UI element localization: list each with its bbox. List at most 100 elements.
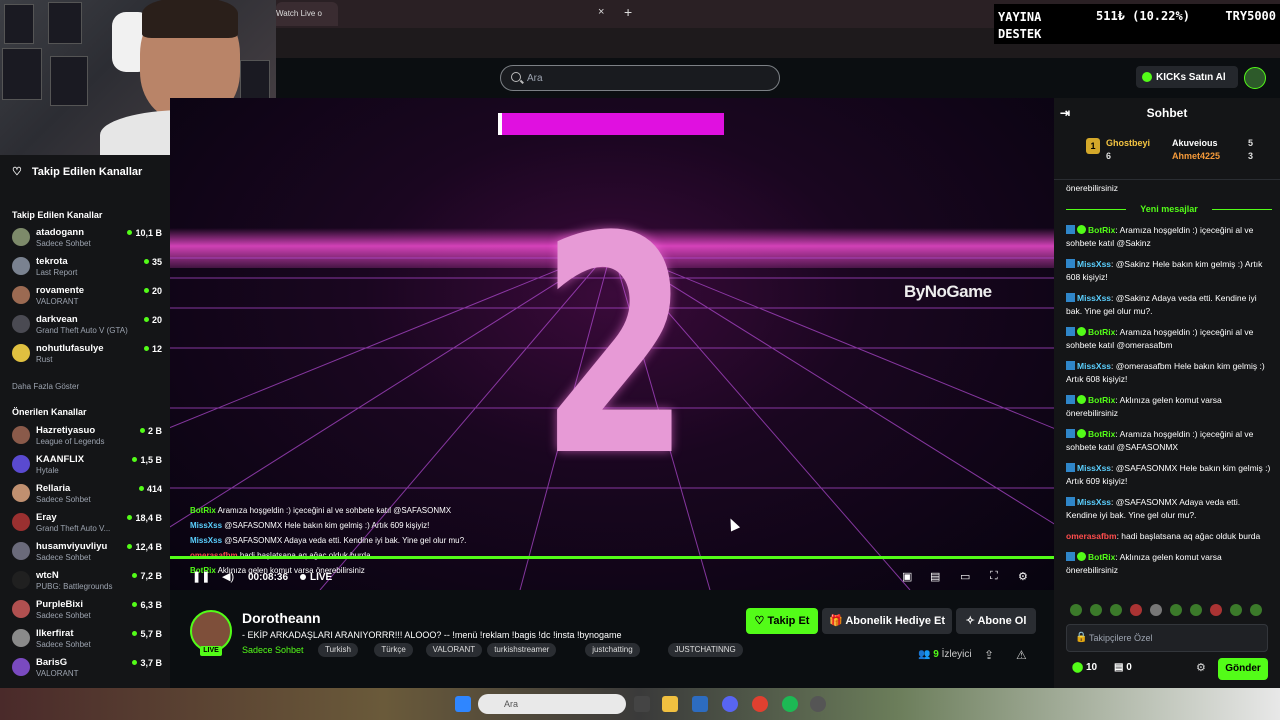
- chat-username[interactable]: MissXss: [1077, 259, 1111, 269]
- collapse-chat-icon[interactable]: ⇥: [1060, 98, 1070, 128]
- sidebar-channel-item[interactable]: husamviyuvliyu Sadece Sohbet 12,4 B: [12, 539, 162, 565]
- stream-tag[interactable]: JUSTCHATINNG: [667, 643, 743, 657]
- sidebar-channel-item[interactable]: rovamente VALORANT 20: [12, 283, 162, 309]
- channel-category: Grand Theft Auto V (GTA): [36, 326, 128, 335]
- share-icon[interactable]: ⇪: [984, 648, 994, 662]
- pause-icon[interactable]: ❚❚: [192, 570, 210, 583]
- viewer-count: 10,1 B: [127, 228, 162, 238]
- video-player[interactable]: 2 ByNoGame BotRix Aramıza hoşgeldin :) i…: [170, 98, 1054, 590]
- channel-name: PurpleBixi: [36, 599, 83, 610]
- chat-username[interactable]: MissXss: [1077, 497, 1111, 507]
- channel-name[interactable]: Dorotheann: [242, 610, 321, 626]
- bot-badge-icon: [1066, 429, 1075, 438]
- channel-points[interactable]: ⬤ 10: [1072, 662, 1097, 673]
- user-avatar[interactable]: [1244, 67, 1266, 89]
- leader-name[interactable]: Ghostbeyi: [1106, 138, 1150, 148]
- obs-icon[interactable]: [810, 696, 826, 712]
- stream-tag[interactable]: VALORANT: [425, 643, 483, 657]
- donation-overlay: YAYINA DESTEK 511₺ (10.22%) TRY5000: [994, 4, 1280, 44]
- countdown-number: 2: [540, 173, 691, 522]
- spotify-icon[interactable]: [782, 696, 798, 712]
- file-explorer-icon[interactable]: [662, 696, 678, 712]
- sidebar-channel-item[interactable]: BarisG VALORANT 3,7 B: [12, 655, 162, 681]
- sidebar-channel-item[interactable]: Eray Grand Theft Auto V... 18,4 B: [12, 510, 162, 536]
- emote-icon[interactable]: [1110, 604, 1122, 616]
- wall-poster: [2, 48, 42, 100]
- chat-username[interactable]: MissXss: [1077, 361, 1111, 371]
- sidebar-channel-item[interactable]: atadogann Sadece Sohbet 10,1 B: [12, 225, 162, 251]
- browser-tab[interactable]: Watch Live o: [276, 2, 338, 26]
- volume-icon[interactable]: ◀): [222, 570, 234, 583]
- progress-bar[interactable]: [170, 556, 1054, 559]
- emote-icon[interactable]: [1210, 604, 1222, 616]
- emote-icon[interactable]: [1130, 604, 1142, 616]
- task-view-icon[interactable]: [634, 696, 650, 712]
- chat-username[interactable]: MissXss: [1077, 463, 1111, 473]
- chat-username[interactable]: BotRix: [1088, 552, 1115, 562]
- report-icon[interactable]: ⚠: [1016, 648, 1027, 662]
- clip-icon[interactable]: ▤: [930, 570, 940, 583]
- emote-icon[interactable]: [1070, 604, 1082, 616]
- sidebar-channel-item[interactable]: Hazretiyasuo League of Legends 2 B: [12, 423, 162, 449]
- windows-start-icon[interactable]: [455, 696, 471, 712]
- emote-icon[interactable]: [1190, 604, 1202, 616]
- channel-name: BarisG: [36, 657, 68, 668]
- overlay-chat-user: MissXss: [190, 521, 223, 530]
- chat-settings-icon[interactable]: ⚙: [1196, 661, 1206, 674]
- emote-icon[interactable]: [1230, 604, 1242, 616]
- sidebar-channel-item[interactable]: wtcN PUBG: Battlegrounds 7,2 B: [12, 568, 162, 594]
- chat-username[interactable]: MissXss: [1077, 293, 1111, 303]
- chat-input[interactable]: 🔒 Takipçilere Özel: [1066, 624, 1268, 652]
- stream-tag[interactable]: Turkish: [318, 643, 358, 657]
- chat-username[interactable]: BotRix: [1088, 225, 1115, 235]
- emote-icon[interactable]: [1170, 604, 1182, 616]
- theater-icon[interactable]: ▭: [960, 570, 970, 583]
- chat-message: BotRix: Aramıza hoşgeldin :) içeceğini a…: [1066, 224, 1272, 250]
- sidebar-channel-item[interactable]: KAANFLIX Hytale 1,5 B: [12, 452, 162, 478]
- settings-icon[interactable]: ⚙: [1018, 570, 1028, 583]
- viewer-count: 20: [144, 286, 162, 296]
- buy-kicks-button[interactable]: KICKs Satın Al: [1136, 66, 1238, 88]
- points-icon: ⬤: [1072, 662, 1084, 673]
- sidebar-channel-item[interactable]: Ilkerfirat Sadece Sohbet 5,7 B: [12, 626, 162, 652]
- leader-name[interactable]: Ahmet4225: [1172, 151, 1220, 161]
- stream-tag[interactable]: justchatting: [585, 643, 640, 657]
- send-button[interactable]: Gönder: [1218, 658, 1268, 680]
- chat-username[interactable]: omerasafbm: [1066, 531, 1117, 541]
- leader-name[interactable]: Akuveious: [1172, 138, 1218, 148]
- stream-tag[interactable]: Türkçe: [374, 643, 413, 657]
- search-input[interactable]: Ara: [527, 73, 543, 84]
- sidebar-header[interactable]: ♡ Takip Edilen Kanallar: [12, 165, 142, 179]
- close-tab-icon[interactable]: ×: [598, 6, 604, 18]
- sidebar-channel-item[interactable]: tekrota Last Report 35: [12, 254, 162, 280]
- discord-icon[interactable]: [722, 696, 738, 712]
- sidebar-channel-item[interactable]: nohutlufasulye Rust 12: [12, 341, 162, 367]
- store-icon[interactable]: [692, 696, 708, 712]
- follow-button[interactable]: ♡ Takip Et: [746, 608, 818, 634]
- chat-username[interactable]: BotRix: [1088, 327, 1115, 337]
- sidebar-channel-item[interactable]: Rellaria Sadece Sohbet 414: [12, 481, 162, 507]
- show-more-link[interactable]: Daha Fazla Göster: [12, 382, 79, 391]
- gift-count[interactable]: ▤ 0: [1114, 662, 1132, 673]
- donation-goal: TRY5000: [1225, 9, 1276, 23]
- search-box[interactable]: Ara: [500, 65, 780, 91]
- stream-tag[interactable]: turkishstreamer: [487, 643, 557, 657]
- fullscreen-icon[interactable]: ⛶: [990, 570, 998, 583]
- chat-username[interactable]: BotRix: [1088, 429, 1115, 439]
- subscribe-button[interactable]: ✧ Abone Ol: [956, 608, 1036, 634]
- subscribe-label: Abone Ol: [977, 615, 1027, 627]
- taskbar-search[interactable]: Ara: [478, 694, 626, 714]
- sidebar-channel-item[interactable]: PurpleBixi Sadece Sohbet 6,3 B: [12, 597, 162, 623]
- bot-badge-icon: [1066, 327, 1075, 336]
- chat-username[interactable]: BotRix: [1088, 395, 1115, 405]
- emote-icon[interactable]: [1090, 604, 1102, 616]
- pip-icon[interactable]: ▣: [902, 570, 912, 583]
- stream-category[interactable]: Sadece Sohbet: [242, 645, 304, 655]
- chrome-icon[interactable]: [752, 696, 768, 712]
- emote-icon[interactable]: [1150, 604, 1162, 616]
- gift-sub-button[interactable]: 🎁 Abonelik Hediye Et: [822, 608, 952, 634]
- sidebar-channel-item[interactable]: darkvean Grand Theft Auto V (GTA) 20: [12, 312, 162, 338]
- emote-icon[interactable]: [1250, 604, 1262, 616]
- overlay-chat-text: @SAFASONMX Adaya veda etti. Kendine iyi …: [224, 536, 467, 545]
- new-tab-icon[interactable]: +: [624, 4, 632, 20]
